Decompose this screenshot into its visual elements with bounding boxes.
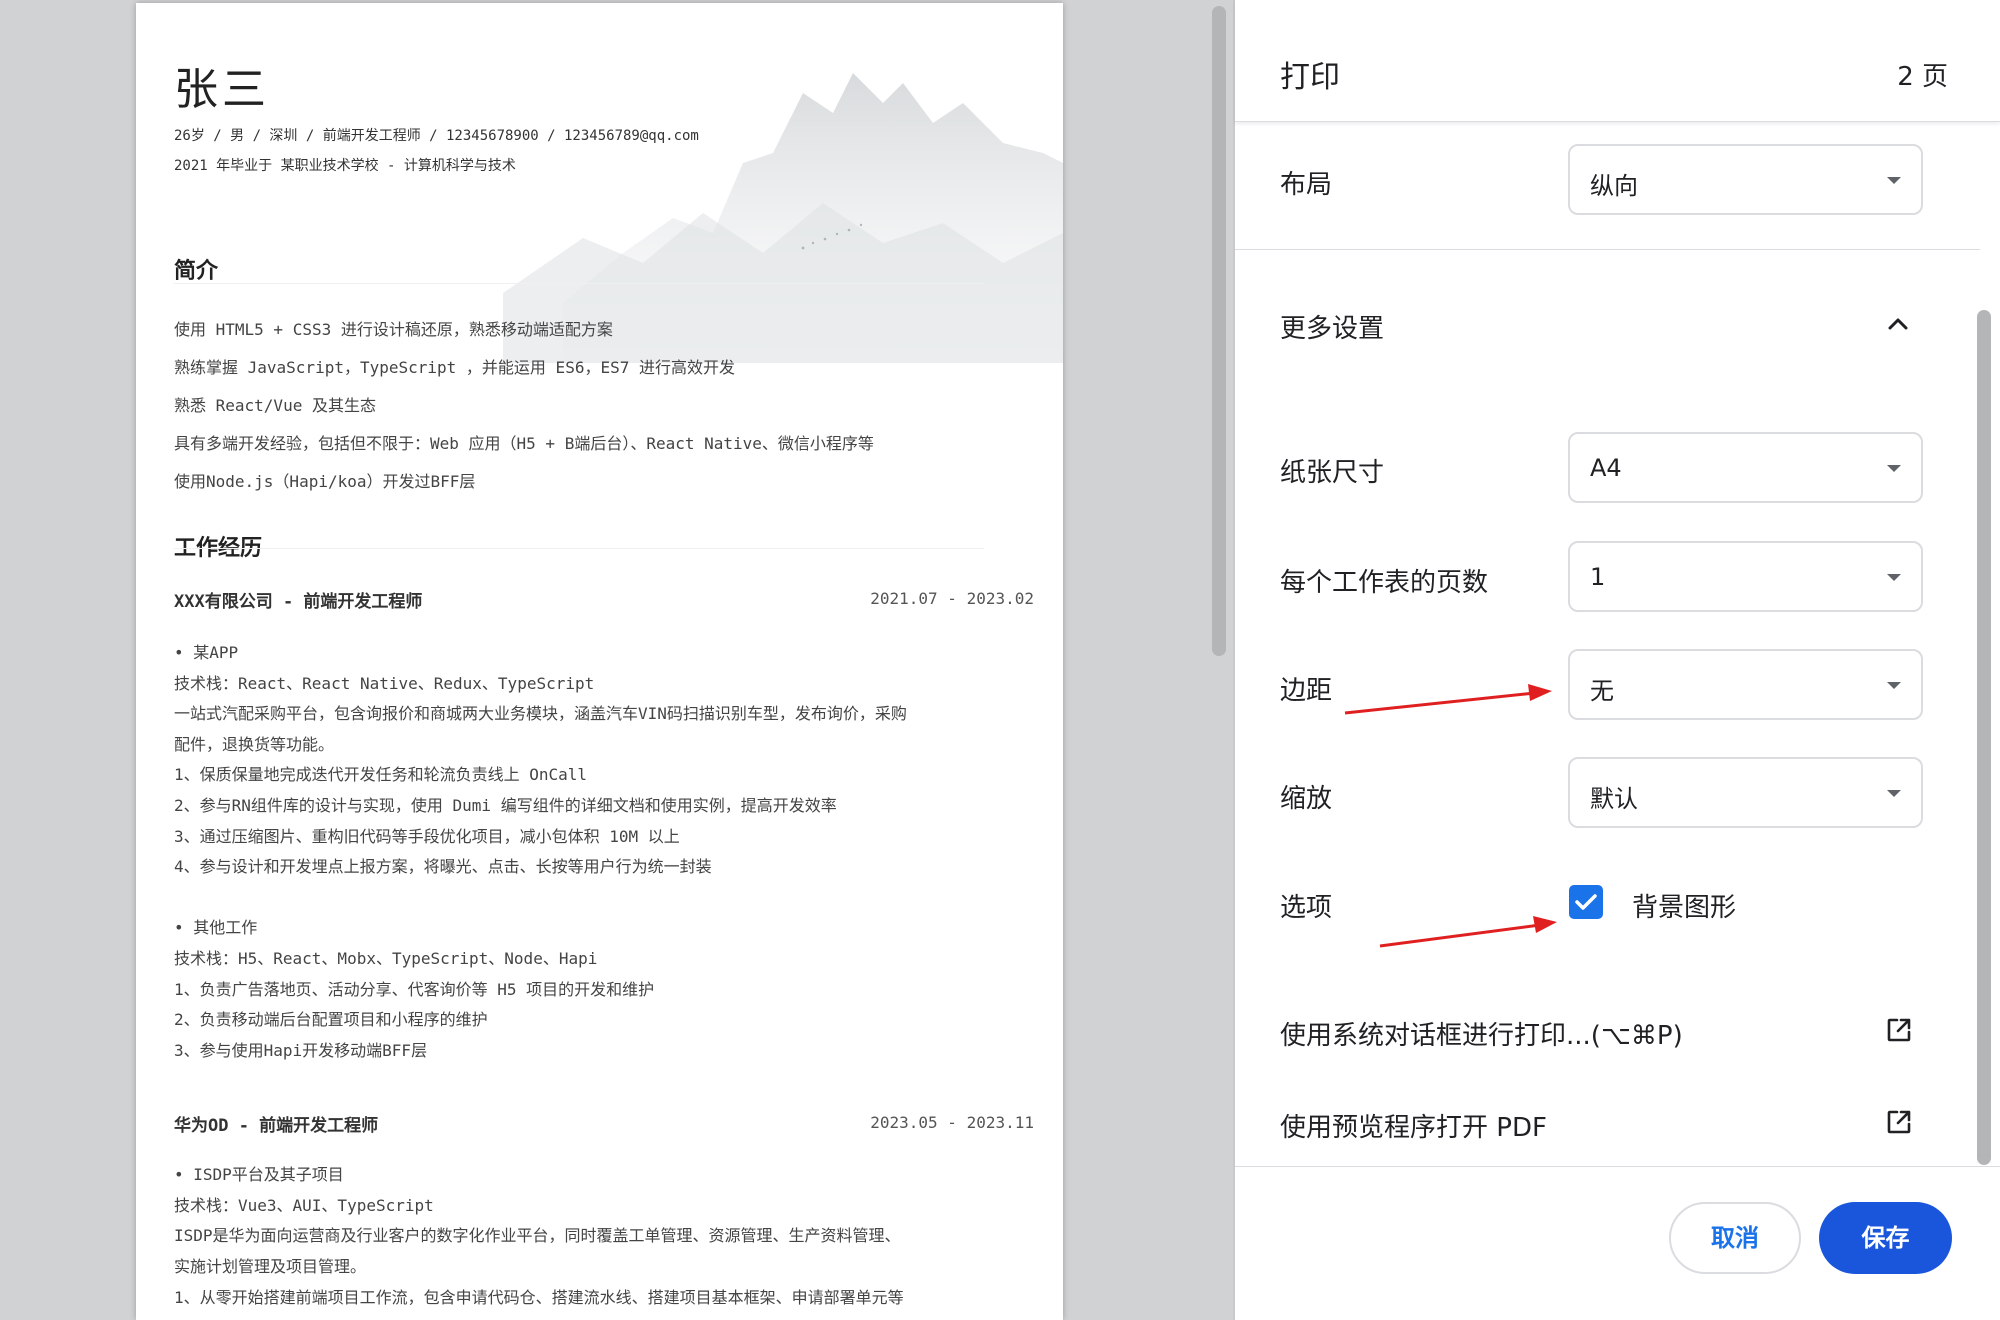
- caret-down-icon: [1887, 682, 1901, 689]
- project-line: 1、从零开始搭建前端项目工作流，包含申请代码仓、搭建流水线、搭建项目基本框架、申…: [174, 1288, 904, 1307]
- open-pdf-in-preview-link[interactable]: 使用预览程序打开 PDF: [1280, 1107, 1547, 1144]
- print-settings-panel: 打印 2 页 布局 纵向 更多设置 纸张尺寸 A4 每个工作表的页数 1 边距 …: [1235, 0, 2000, 1320]
- project-line: 3、通过压缩图片、重构旧代码等手段优化项目，减小包体积 10M 以上: [174, 827, 680, 846]
- project-line: 1、负责广告落地页、活动分享、代客询价等 H5 项目的开发和维护: [174, 980, 655, 999]
- layout-label: 布局: [1280, 170, 1333, 200]
- mountain-landscape-decoration: [503, 73, 1063, 363]
- paper-size-select[interactable]: A4: [1568, 432, 1923, 503]
- caret-down-icon: [1887, 574, 1901, 581]
- project-line: 技术栈：H5、React、Mobx、TypeScript、Node、Hapi: [174, 949, 598, 968]
- margins-label: 边距: [1280, 676, 1333, 706]
- layout-select[interactable]: 纵向: [1568, 144, 1923, 215]
- options-label: 选项: [1280, 893, 1333, 923]
- resume-meta-line-2: 2021 年毕业于 某职业技术学校 - 计算机科学与技术: [174, 158, 516, 174]
- job-date: 2023.05 - 2023.11: [870, 1113, 1034, 1132]
- project-line: 4、参与设计和开发埋点上报方案，将曝光、点击、长按等用户行为统一封装: [174, 857, 712, 876]
- section-title-intro: 简介: [174, 259, 219, 284]
- resume-meta-line-1: 26岁 / 男 / 深圳 / 前端开发工程师 / 12345678900 / 1…: [174, 128, 699, 144]
- job-date: 2021.07 - 2023.02: [870, 589, 1034, 608]
- intro-line: 使用Node.js（Hapi/koa）开发过BFF层: [174, 472, 476, 491]
- preview-page: 张三 26岁 / 男 / 深圳 / 前端开发工程师 / 12345678900 …: [136, 3, 1063, 1320]
- project-line: 一站式汽配采购平台，包含询报价和商城两大业务模块，涵盖汽车VIN码扫描识别车型，…: [174, 704, 907, 723]
- scale-label: 缩放: [1280, 784, 1333, 814]
- section-title-work: 工作经历: [174, 536, 263, 561]
- job-title: XXX有限公司 - 前端开发工程师: [174, 592, 423, 612]
- margins-select[interactable]: 无: [1568, 649, 1923, 720]
- caret-down-icon: [1887, 177, 1901, 184]
- intro-line: 使用 HTML5 + CSS3 进行设计稿还原，熟悉移动端适配方案: [174, 320, 613, 339]
- open-external-icon[interactable]: [1885, 1016, 1913, 1044]
- panel-scrollbar-thumb[interactable]: [1977, 310, 1991, 1165]
- divider: [1235, 249, 1980, 250]
- pages-per-sheet-label: 每个工作表的页数: [1280, 568, 1489, 598]
- open-external-icon[interactable]: [1885, 1108, 1913, 1136]
- save-button[interactable]: 保存: [1819, 1202, 1952, 1274]
- caret-down-icon: [1887, 790, 1901, 797]
- pages-per-sheet-value: 1: [1590, 563, 1606, 591]
- pages-per-sheet-select[interactable]: 1: [1568, 541, 1923, 612]
- intro-line: 熟悉 React/Vue 及其生态: [174, 396, 376, 415]
- checkmark-icon: [1575, 894, 1597, 910]
- section-divider: [174, 283, 984, 284]
- preview-scrollbar[interactable]: [1205, 0, 1233, 1320]
- intro-line: 熟练掌握 JavaScript，TypeScript ，并能运用 ES6，ES7…: [174, 358, 735, 377]
- intro-line: 具有多端开发经验，包括但不限于：Web 应用（H5 + B端后台）、React …: [174, 434, 874, 453]
- background-graphics-label[interactable]: 背景图形: [1632, 887, 1736, 924]
- panel-title: 打印: [1280, 60, 1340, 95]
- project-line: • 其他工作: [174, 918, 258, 937]
- margins-value: 无: [1590, 677, 1614, 705]
- section-divider: [174, 548, 984, 549]
- project-line: ISDP是华为面向运营商及行业客户的数字化作业平台，同时覆盖工单管理、资源管理、…: [174, 1226, 901, 1245]
- project-line: 技术栈：Vue3、AUI、TypeScript: [174, 1196, 434, 1215]
- print-preview-area: 张三 26岁 / 男 / 深圳 / 前端开发工程师 / 12345678900 …: [0, 0, 1215, 1320]
- job-title: 华为OD - 前端开发工程师: [174, 1116, 379, 1136]
- scale-value: 默认: [1590, 785, 1638, 813]
- project-line: 技术栈：React、React Native、Redux、TypeScript: [174, 674, 595, 693]
- project-line: 实施计划管理及项目管理。: [174, 1257, 367, 1276]
- project-line: • ISDP平台及其子项目: [174, 1165, 344, 1184]
- caret-down-icon: [1887, 465, 1901, 472]
- panel-header: 打印 2 页: [1235, 0, 2000, 122]
- panel-footer: 取消 保存: [1235, 1166, 2000, 1320]
- background-graphics-checkbox[interactable]: [1569, 885, 1603, 919]
- project-line: 2、负责移动端后台配置项目和小程序的维护: [174, 1010, 488, 1029]
- cancel-button[interactable]: 取消: [1669, 1202, 1801, 1274]
- page-count: 2 页: [1897, 62, 1948, 92]
- paper-size-value: A4: [1590, 454, 1622, 482]
- more-settings-label[interactable]: 更多设置: [1280, 308, 1384, 345]
- chevron-up-icon[interactable]: [1884, 310, 1912, 338]
- project-line: 1、保质保量地完成迭代开发任务和轮流负责线上 OnCall: [174, 765, 588, 784]
- project-line: 3、参与使用Hapi开发移动端BFF层: [174, 1041, 428, 1060]
- scale-select[interactable]: 默认: [1568, 757, 1923, 828]
- layout-value: 纵向: [1590, 172, 1638, 200]
- preview-scrollbar-thumb[interactable]: [1212, 6, 1226, 656]
- resume-name: 张三: [174, 64, 270, 115]
- system-dialog-link[interactable]: 使用系统对话框进行打印...(⌥⌘P): [1280, 1015, 1683, 1052]
- project-line: • 某APP: [174, 643, 239, 662]
- paper-size-label: 纸张尺寸: [1280, 458, 1385, 488]
- project-line: 2、参与RN组件库的设计与实现，使用 Dumi 编写组件的详细文档和使用实例，提…: [174, 796, 837, 815]
- project-line: 配件，退换货等功能。: [174, 735, 335, 754]
